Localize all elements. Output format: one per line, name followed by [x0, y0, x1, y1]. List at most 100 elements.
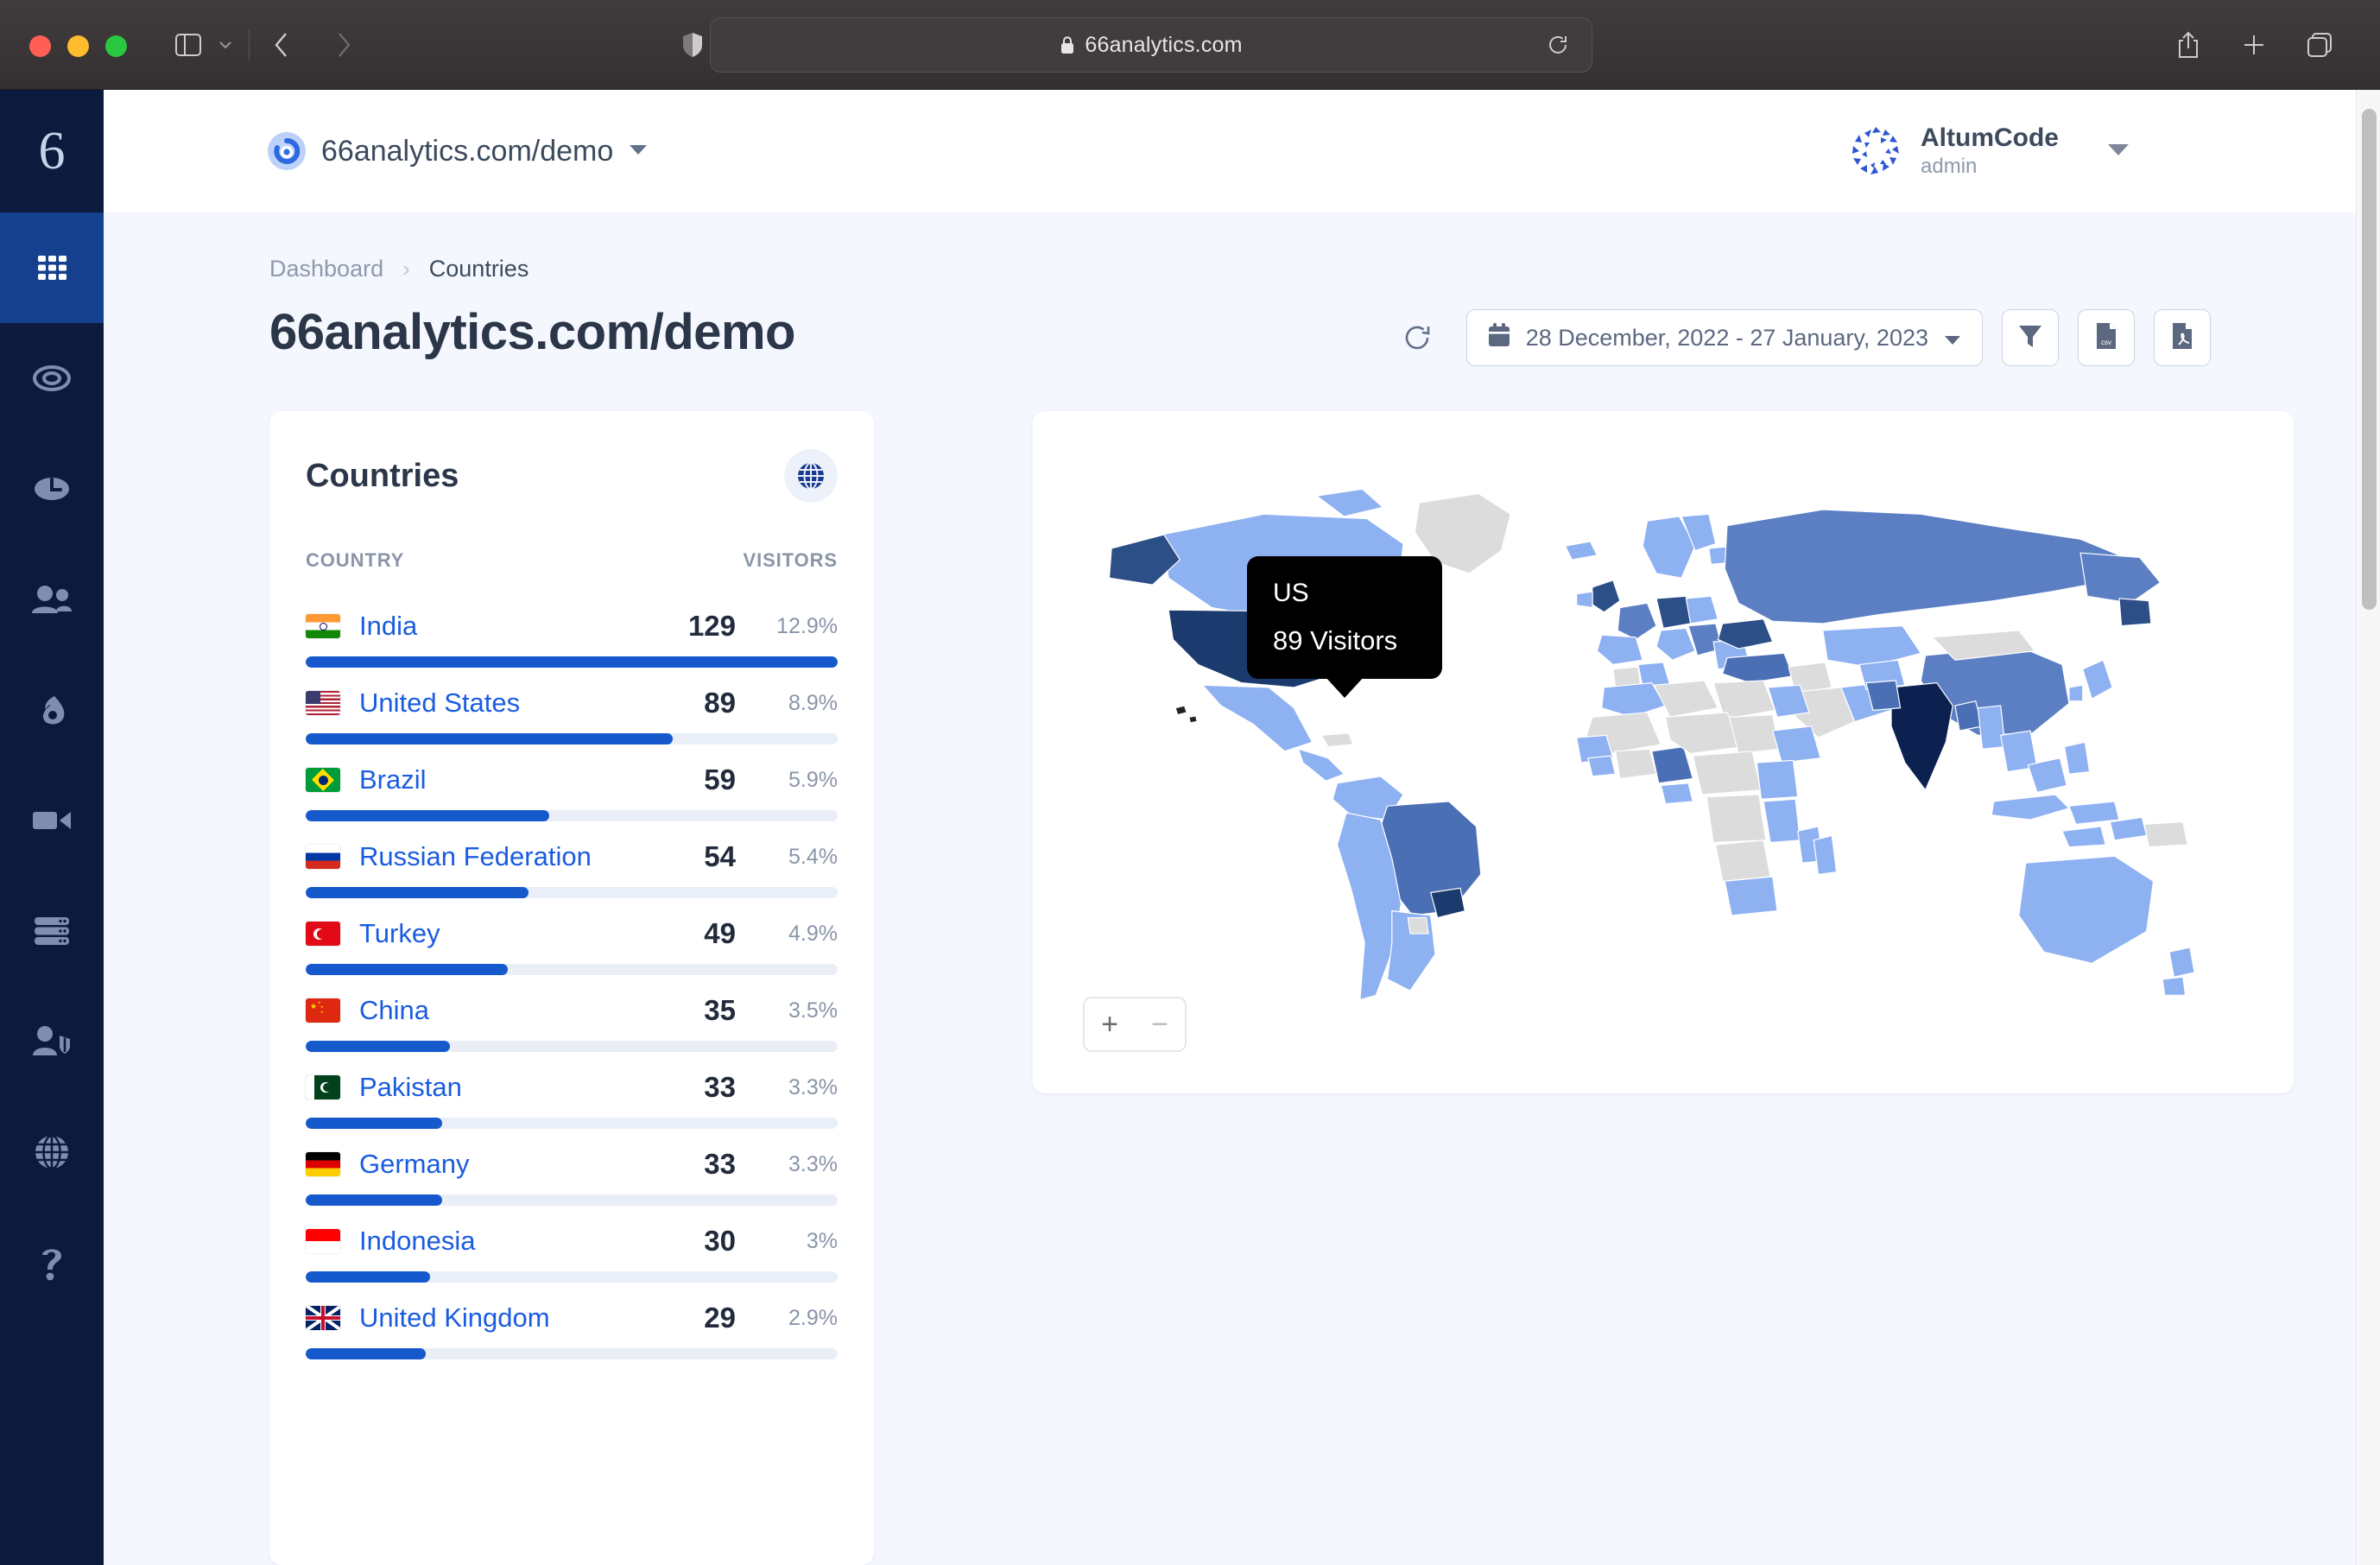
country-row-top: United Kingdom292.9%: [306, 1302, 838, 1334]
breadcrumb: Dashboard › Countries: [269, 256, 529, 282]
map-tooltip-value: 89 Visitors: [1273, 625, 1416, 656]
eye-favicon-icon: [268, 132, 306, 170]
page-scrollbar-thumb[interactable]: [2362, 109, 2377, 610]
minimize-window-button[interactable]: [67, 35, 89, 57]
flag-icon-tr: [306, 922, 340, 946]
share-icon[interactable]: [2169, 26, 2207, 64]
sidebar-item-privacy[interactable]: [0, 986, 104, 1097]
sidebar-item-geo[interactable]: [0, 1097, 104, 1207]
globe-icon[interactable]: [784, 449, 838, 503]
countries-panel-title: Countries: [306, 458, 459, 495]
file-pdf-icon: [2170, 321, 2194, 355]
country-row-top: Pakistan333.3%: [306, 1071, 838, 1104]
country-row-top: Indonesia303%: [306, 1225, 838, 1258]
table-row[interactable]: Russian Federation545.4%: [306, 821, 838, 898]
visitors-bar-track: [306, 887, 838, 898]
table-row[interactable]: United States898.9%: [306, 668, 838, 744]
breadcrumb-current: Countries: [429, 256, 529, 282]
address-bar[interactable]: 66analytics.com: [710, 17, 1592, 73]
date-range-picker[interactable]: 28 December, 2022 - 27 January, 2023: [1466, 309, 1983, 366]
chevron-down-icon: [629, 143, 648, 160]
chevron-left-icon[interactable]: [263, 26, 301, 64]
sidebar-item-dashboard[interactable]: [0, 212, 104, 323]
visitors-bar-fill: [306, 964, 508, 975]
plus-icon[interactable]: [2235, 26, 2273, 64]
visitors-count: 35: [632, 994, 736, 1027]
zoom-in-button[interactable]: +: [1085, 1008, 1135, 1042]
page-scrollbar[interactable]: [2356, 90, 2380, 1565]
table-row[interactable]: Turkey494.9%: [306, 898, 838, 975]
table-row[interactable]: Pakistan333.3%: [306, 1052, 838, 1129]
country-name[interactable]: Russian Federation: [359, 841, 632, 872]
sidebar-toggle-icon[interactable]: [169, 26, 207, 64]
table-row[interactable]: Indonesia303%: [306, 1206, 838, 1283]
zoom-out-button[interactable]: −: [1135, 1008, 1185, 1042]
svg-text:csv: csv: [2101, 339, 2111, 346]
country-row-top: ★★★★China353.5%: [306, 994, 838, 1027]
country-row-top: Germany333.3%: [306, 1148, 838, 1181]
country-name[interactable]: India: [359, 611, 632, 642]
user-menu[interactable]: AltumCode admin: [1850, 124, 2130, 179]
country-name[interactable]: Indonesia: [359, 1226, 632, 1257]
visitors-count: 49: [632, 917, 736, 950]
chevron-down-icon[interactable]: [214, 26, 237, 64]
refresh-icon[interactable]: [1397, 318, 1437, 358]
breadcrumb-separator: ›: [402, 256, 410, 282]
table-row[interactable]: ★★★★China353.5%: [306, 975, 838, 1052]
country-name[interactable]: Germany: [359, 1149, 632, 1180]
visitors-bar-track: [306, 1041, 838, 1052]
export-csv-button[interactable]: csv: [2078, 309, 2135, 366]
country-row-top: Turkey494.9%: [306, 917, 838, 950]
world-map[interactable]: [1033, 411, 2294, 1093]
user-name: AltumCode: [1921, 124, 2059, 153]
visitors-percent: 4.9%: [736, 922, 838, 947]
sidebar-item-media[interactable]: [0, 765, 104, 876]
country-name[interactable]: United Kingdom: [359, 1302, 632, 1334]
sidebar-item-history[interactable]: [0, 434, 104, 544]
table-row[interactable]: India12912.9%: [306, 591, 838, 668]
country-name[interactable]: Brazil: [359, 764, 632, 795]
breadcrumb-dashboard[interactable]: Dashboard: [269, 256, 383, 282]
country-row-top: India12912.9%: [306, 610, 838, 643]
tabs-icon[interactable]: [2301, 26, 2339, 64]
country-name[interactable]: Turkey: [359, 918, 632, 949]
chevron-down-icon[interactable]: [2107, 143, 2130, 161]
globe-icon: [34, 1134, 70, 1170]
app-root: 6: [0, 90, 2380, 1565]
filter-funnel-icon: [2017, 322, 2043, 354]
flag-icon-id: [306, 1229, 340, 1253]
visitors-percent: 3.5%: [736, 998, 838, 1023]
visitors-bar-track: [306, 1194, 838, 1206]
browser-chrome: 66analytics.com: [0, 0, 2380, 90]
sidebar-item-trending[interactable]: [0, 655, 104, 765]
visitors-percent: 3%: [736, 1229, 838, 1254]
maximize-window-button[interactable]: [105, 35, 127, 57]
sidebar-item-help[interactable]: [0, 1207, 104, 1318]
visitors-bar-track: [306, 733, 838, 744]
table-row[interactable]: Germany333.3%: [306, 1129, 838, 1206]
visitors-bar-fill: [306, 1348, 426, 1359]
site-selector[interactable]: 66analytics.com/demo: [268, 132, 648, 170]
table-row[interactable]: United Kingdom292.9%: [306, 1283, 838, 1359]
visitors-percent: 3.3%: [736, 1075, 838, 1100]
close-window-button[interactable]: [29, 35, 51, 57]
table-row[interactable]: Brazil595.9%: [306, 744, 838, 821]
sidebar-item-realtime[interactable]: [0, 323, 104, 434]
reload-icon[interactable]: [1543, 30, 1573, 60]
export-pdf-button[interactable]: [2154, 309, 2211, 366]
sidebar-item-servers[interactable]: [0, 876, 104, 986]
page-toolbar: 28 December, 2022 - 27 January, 2023 csv: [1397, 309, 2211, 366]
visitors-bar-fill: [306, 810, 549, 821]
country-name[interactable]: Pakistan: [359, 1072, 632, 1103]
chevron-right-icon[interactable]: [325, 26, 363, 64]
chevron-down-icon: [1944, 325, 1961, 352]
shield-icon[interactable]: [674, 26, 712, 64]
world-map-panel[interactable]: US 89 Visitors + −: [1033, 411, 2294, 1093]
sidebar-item-visitors[interactable]: [0, 544, 104, 655]
visitors-percent: 12.9%: [736, 614, 838, 639]
country-name[interactable]: United States: [359, 687, 632, 719]
filter-button[interactable]: [2002, 309, 2059, 366]
app-logo[interactable]: 6: [0, 90, 104, 212]
country-name[interactable]: China: [359, 995, 632, 1026]
visitors-percent: 8.9%: [736, 691, 838, 716]
